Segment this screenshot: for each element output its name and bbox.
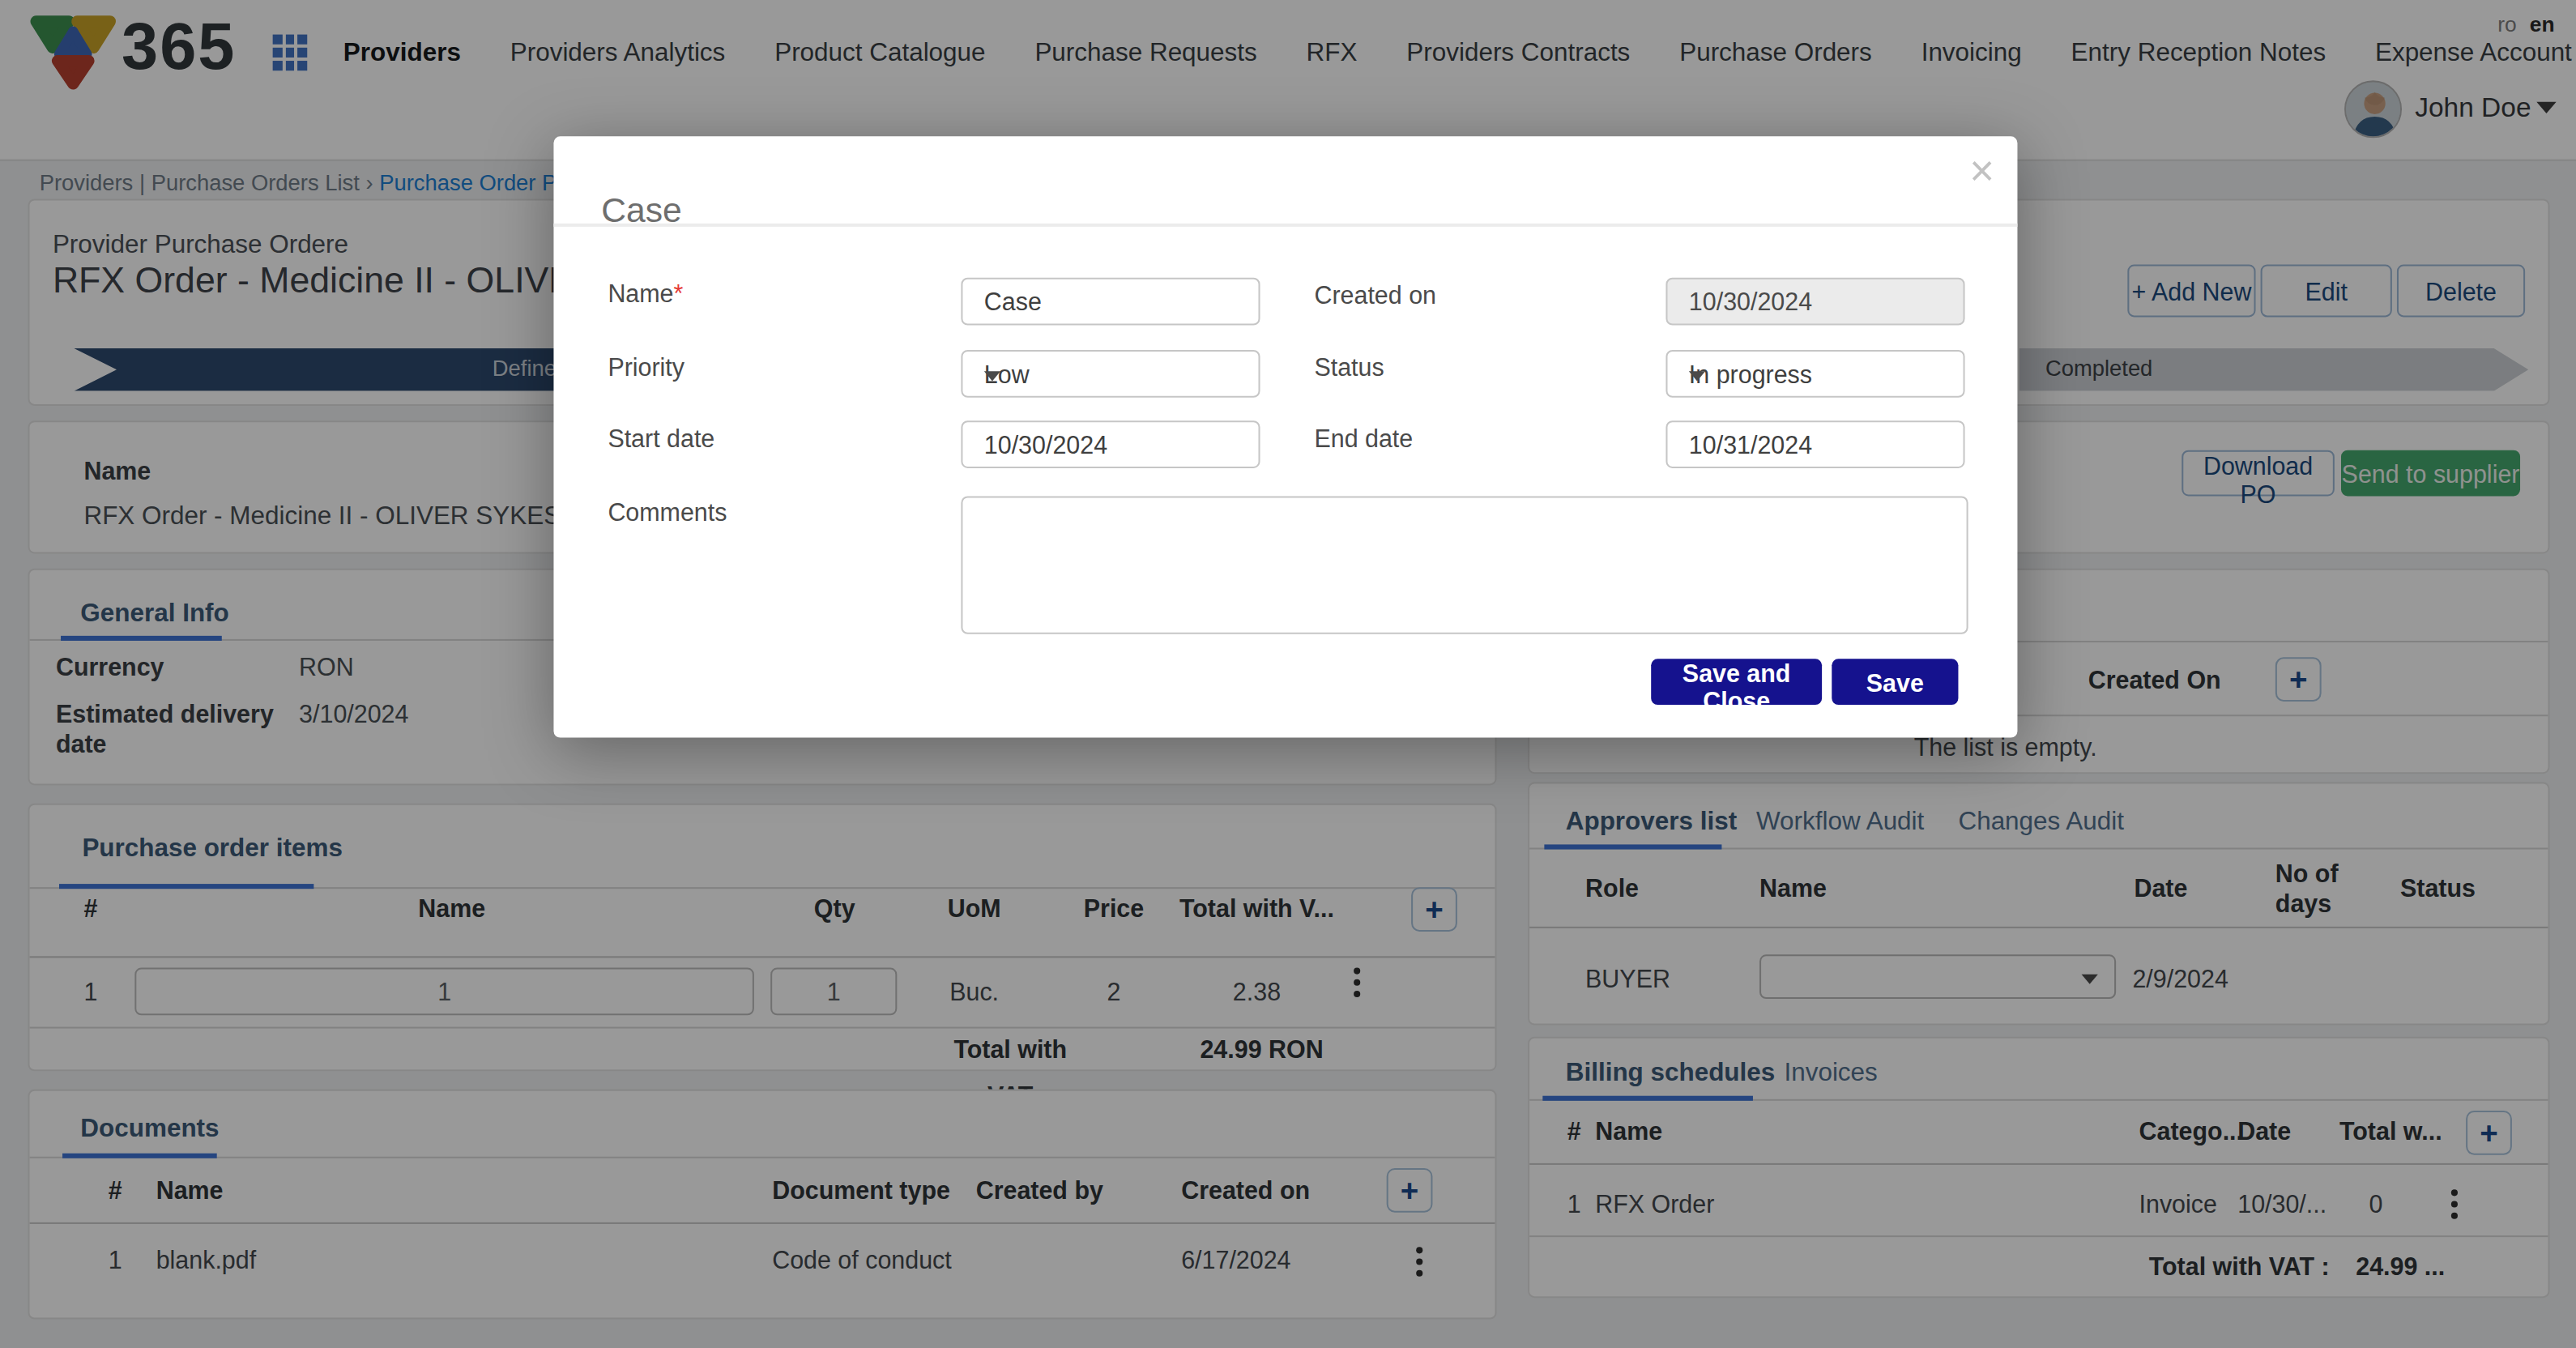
case-priority-label: Priority xyxy=(608,353,685,381)
case-start-input[interactable] xyxy=(961,420,1260,468)
case-priority-select[interactable]: Low xyxy=(961,350,1260,398)
page: 365 Providers Providers Analytics Produc… xyxy=(0,0,2576,1348)
case-comments-textarea[interactable] xyxy=(961,496,1968,633)
case-status-select[interactable]: In progress xyxy=(1665,350,1964,398)
case-comments-label: Comments xyxy=(608,498,727,526)
case-created-label: Created on xyxy=(1314,281,1436,309)
save-and-close-button[interactable]: Save and Close xyxy=(1651,659,1822,705)
case-name-label: Name* xyxy=(608,279,683,307)
case-status-label: Status xyxy=(1314,353,1384,381)
save-button[interactable]: Save xyxy=(1832,659,1958,705)
case-created-input xyxy=(1665,278,1964,326)
case-name-input[interactable] xyxy=(961,278,1260,326)
close-icon[interactable]: × xyxy=(1969,146,1994,197)
case-end-input[interactable] xyxy=(1665,420,1964,468)
case-modal: Case × Name* Created on Priority Low Sta… xyxy=(553,136,2017,737)
case-end-label: End date xyxy=(1314,424,1413,451)
case-start-label: Start date xyxy=(608,424,714,451)
